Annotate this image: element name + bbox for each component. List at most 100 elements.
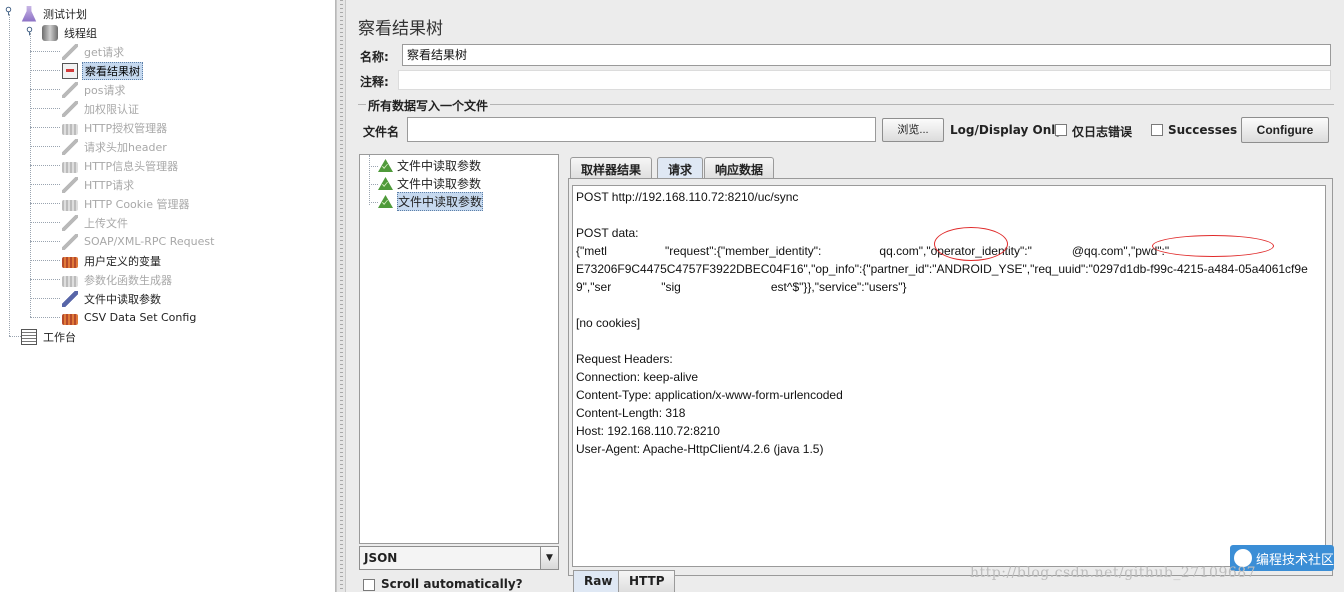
tree-node[interactable]: HTTP请求	[62, 175, 136, 194]
result-item[interactable]: 文件中读取参数	[378, 157, 481, 174]
tree-node[interactable]: 请求头加header	[62, 137, 169, 156]
success-icon	[378, 159, 393, 172]
tree-node[interactable]: CSV Data Set Config	[62, 308, 198, 327]
pipette-icon	[62, 100, 78, 117]
tab-response-data[interactable]: 响应数据	[704, 157, 775, 179]
tree-node-thread-group[interactable]: 线程组	[42, 23, 99, 42]
tab-request[interactable]: 请求	[657, 157, 704, 179]
tree-node[interactable]: 加权限认证	[62, 99, 141, 118]
tree-node-workbench[interactable]: 工作台	[21, 327, 78, 346]
tree-node[interactable]: HTTP Cookie 管理器	[62, 194, 191, 213]
post-data-fragment: "request":{"member_identity":	[664, 244, 822, 258]
browse-button[interactable]: 浏览...	[882, 118, 944, 142]
view-results-tree-panel: 察看结果树 名称: 察看结果树 注释: 所有数据写入一个文件 文件名 浏览...…	[346, 0, 1344, 592]
post-data-line: {"metl "request":{"member_identity": qq.co…	[576, 242, 1322, 260]
post-data-line: 9","ser "sig est^$"}},"service":"users"}	[576, 278, 1322, 296]
collapse-thread-group-icon[interactable]: ⚲	[25, 27, 34, 37]
request-line: Connection: keep-alive	[576, 370, 699, 384]
tree-node-label: 测试计划	[43, 7, 87, 21]
renderer-select[interactable]: JSON ▼	[359, 546, 559, 570]
tab-sampler-result[interactable]: 取样器结果	[570, 157, 653, 179]
redaction	[611, 283, 662, 293]
configure-button[interactable]: Configure	[1241, 117, 1329, 143]
errors-only-label: 仅日志错误	[1072, 125, 1133, 139]
comment-label: 注释:	[360, 75, 389, 89]
tree-node-label: get请求	[84, 45, 125, 59]
watermark-badge-text: 编程技术社区	[1256, 552, 1335, 568]
log-display-only-label: Log/Display Only:	[950, 123, 1068, 137]
redaction	[821, 247, 880, 257]
tree-node[interactable]: pos请求	[62, 80, 127, 99]
tree-node[interactable]: 参数化函数生成器	[62, 270, 174, 289]
result-item[interactable]: 文件中读取参数	[378, 175, 481, 192]
result-item-label: 文件中读取参数	[397, 192, 484, 211]
workbench-clipboard-icon	[21, 328, 37, 345]
page-title: 察看结果树	[358, 19, 443, 39]
splitter-grip[interactable]	[340, 0, 343, 592]
redaction	[1031, 247, 1072, 257]
pipette-icon	[62, 214, 78, 231]
result-item[interactable]: 文件中读取参数	[378, 192, 484, 211]
tree-node[interactable]: HTTP授权管理器	[62, 118, 169, 137]
tree-node[interactable]: 上传文件	[62, 213, 130, 232]
config-gear-icon	[62, 123, 78, 135]
name-field[interactable]: 察看结果树	[402, 44, 1331, 66]
tree-node-label: pos请求	[84, 83, 126, 97]
tree-node-test-plan[interactable]: 测试计划	[21, 4, 89, 23]
sample-results-tree[interactable]: 文件中读取参数 文件中读取参数 文件中读取参数	[359, 154, 559, 544]
result-item-label: 文件中读取参数	[397, 159, 482, 173]
renderer-select-value: JSON	[364, 551, 398, 565]
watermark-url: http://blog.csdn.net/github_27109687	[970, 565, 1257, 581]
tab-http[interactable]: HTTP	[618, 570, 676, 592]
pipette-icon	[62, 176, 78, 193]
successes-checkbox[interactable]	[1151, 124, 1163, 136]
test-plan-tree[interactable]: ⚲ 测试计划 ⚲ 线程组 get请求察看结果树 pos请求加权限认证 HTTP授权管…	[0, 0, 336, 592]
tree-node[interactable]: 用户定义的变量	[62, 251, 163, 270]
post-data-fragment: {"metl	[576, 244, 607, 258]
tree-node-label: 上传文件	[84, 216, 128, 230]
tree-node[interactable]: SOAP/XML-RPC Request	[62, 232, 216, 251]
tree-node[interactable]: 文件中读取参数	[62, 289, 163, 308]
request-line: Request Headers:	[576, 352, 673, 366]
tree-node-label: 线程组	[64, 26, 97, 40]
post-data-fragment: "sig	[661, 280, 681, 294]
chevron-down-icon[interactable]: ▼	[540, 547, 558, 569]
tree-node-label: SOAP/XML-RPC Request	[84, 235, 215, 248]
tree-node-label: 用户定义的变量	[84, 254, 161, 268]
request-line: Host: 192.168.110.72:8210	[576, 424, 720, 438]
request-line: Content-Type: application/x-www-form-url…	[576, 388, 843, 402]
panel-splitter[interactable]	[336, 0, 346, 592]
collapse-test-plan-icon[interactable]: ⚲	[4, 7, 13, 17]
request-line: E73206F9C4475C4757F3922DBEC04F16","op_in…	[576, 262, 1308, 276]
scroll-automatically-checkbox[interactable]	[363, 579, 375, 591]
redaction	[606, 247, 665, 257]
request-text-area[interactable]: POST http://192.168.110.72:8210/uc/sync …	[572, 185, 1326, 567]
tree-node-label: CSV Data Set Config	[84, 311, 197, 324]
request-line: POST data:	[576, 226, 639, 240]
errors-only-checkbox[interactable]	[1055, 124, 1067, 136]
tree-node-label: HTTP Cookie 管理器	[84, 197, 190, 211]
config-gear-icon	[62, 161, 78, 173]
success-icon	[378, 177, 393, 190]
tree-node[interactable]: HTTP信息头管理器	[62, 156, 180, 175]
tree-node-label: 文件中读取参数	[84, 292, 161, 306]
tree-node-label: HTTP授权管理器	[84, 121, 168, 135]
redaction	[680, 283, 771, 293]
tab-raw[interactable]: Raw	[573, 570, 624, 592]
tree-node[interactable]: get请求	[62, 42, 126, 61]
result-tree-icon	[62, 62, 78, 79]
tree-node-label: 加权限认证	[84, 102, 139, 116]
tree-node[interactable]: 察看结果树	[62, 61, 143, 80]
comment-field[interactable]	[398, 70, 1331, 90]
config-gear-icon	[62, 256, 78, 268]
filename-field[interactable]	[407, 117, 876, 142]
thread-group-icon	[42, 24, 58, 41]
tree-node-label: 参数化函数生成器	[84, 273, 172, 287]
request-line: Content-Length: 318	[576, 406, 686, 420]
tree-node-label: 请求头加header	[84, 140, 167, 154]
request-line: [no cookies]	[576, 316, 641, 330]
post-data-fragment: @qq.com","pwd":"	[1071, 244, 1170, 258]
pipette-icon	[62, 233, 78, 250]
tree-node-label: 察看结果树	[82, 61, 143, 80]
